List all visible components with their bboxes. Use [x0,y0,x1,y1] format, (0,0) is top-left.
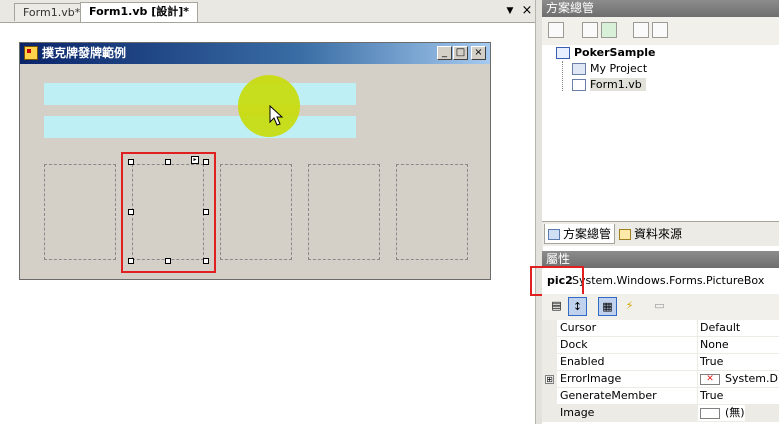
property-name: Cursor [560,321,597,334]
property-value[interactable]: (無) [697,405,745,421]
properties-icon[interactable] [548,22,564,38]
close-button[interactable]: × [471,46,486,60]
form-title-bar[interactable]: 撲克牌發牌範例 _ □ × [20,43,490,64]
property-value-text: (無) [725,406,745,419]
data-sources-icon [619,229,631,240]
form-title: 撲克牌發牌範例 [42,46,127,60]
object-type: System.Windows.Forms.PictureBox [572,274,765,287]
property-value[interactable]: Default [697,320,740,336]
property-row-cursor[interactable]: Cursor Default [542,320,779,337]
solution-explorer-icon [548,229,560,240]
selection-highlight-box [121,152,216,273]
property-name: ErrorImage [560,372,622,385]
property-row-generatemember[interactable]: GenerateMember True [542,388,779,405]
form-file-icon [572,79,586,91]
picturebox-pic3[interactable] [220,164,292,260]
tab-label: 方案總管 [563,227,612,241]
property-row-enabled[interactable]: Enabled True [542,354,779,371]
tree-item-label: Form1.vb [590,78,646,91]
vb-project-icon [556,47,570,59]
property-name: Dock [560,338,588,351]
my-project-icon [572,63,586,75]
property-row-dock[interactable]: Dock None [542,337,779,354]
property-name: GenerateMember [560,389,657,402]
tab-form1-designer[interactable]: Form1.vb [設計]* [80,2,199,22]
solution-explorer-toolbar [542,17,779,46]
view-code-icon[interactable] [633,22,649,38]
designer-surface[interactable]: 撲克牌發牌範例 _ □ × ▸ [0,23,535,424]
document-tab-strip: Form1.vb* Form1.vb [設計]* ▼ × [0,0,537,23]
tab-dropdown-icon[interactable]: ▼ [503,4,517,18]
picturebox-pic5[interactable] [396,164,468,260]
row-gutter [542,337,557,354]
row-gutter [542,354,557,371]
solution-explorer-title: 方案總管 [542,0,779,17]
events-lightning-icon[interactable]: ⚡ [620,297,639,316]
error-image-icon: ✕ [700,373,720,385]
tree-item-project[interactable]: PokerSample [556,45,655,61]
mouse-pointer-icon [269,105,284,126]
row-gutter [542,320,557,337]
property-row-errorimage[interactable]: ⊞ ErrorImage ✕ System.Dra [542,371,779,388]
view-designer-icon[interactable] [652,22,668,38]
property-name: Image [560,406,595,419]
property-pages-icon[interactable]: ▭ [650,297,669,316]
maximize-button[interactable]: □ [453,46,468,60]
property-name: Enabled [560,355,605,368]
tab-solution-explorer[interactable]: 方案總管 [544,224,616,244]
property-value[interactable]: ✕ System.Dra [697,371,779,387]
tree-item-my-project[interactable]: My Project [572,61,647,77]
solution-tree[interactable]: PokerSample My Project Form1.vb [542,45,779,221]
minimize-button[interactable]: _ [437,46,452,60]
tree-item-label: My Project [590,62,648,75]
object-highlight-box [530,266,584,296]
tree-connector [562,61,564,91]
property-value-text: System.Dra [725,372,779,385]
form-window[interactable]: 撲克牌發牌範例 _ □ × ▸ [19,42,491,280]
tree-item-form1[interactable]: Form1.vb [572,77,646,93]
picturebox-pic1[interactable] [44,164,116,260]
tab-form1-code[interactable]: Form1.vb* [14,3,90,21]
form-app-icon [24,46,38,60]
categorized-icon[interactable]: ▤ [547,297,566,316]
row-gutter [542,405,557,422]
project-name: PokerSample [574,46,656,59]
property-grid[interactable]: Cursor Default Dock None Enabled True ⊞ … [542,320,779,424]
panel-tab-strip: 方案總管 資料來源 [542,221,779,246]
refresh-icon[interactable] [601,22,617,38]
row-gutter [542,388,557,405]
tab-label: 資料來源 [634,227,683,241]
picturebox-pic4[interactable] [308,164,380,260]
textbox-1[interactable] [44,83,356,105]
property-value[interactable]: True [697,388,723,404]
property-row-image[interactable]: Image (無) [542,405,779,422]
textbox-2[interactable] [44,116,356,138]
alphabetical-icon[interactable]: ↕ [568,297,587,316]
close-document-icon[interactable]: × [520,4,534,18]
image-swatch-icon [700,407,720,419]
show-all-files-icon[interactable] [582,22,598,38]
tab-data-sources[interactable]: 資料來源 [616,224,685,244]
expand-icon[interactable]: ⊞ [545,375,554,384]
property-value[interactable]: None [697,337,729,353]
properties-toolbar: ▤ ↕ ▦ ⚡ ▭ [542,294,779,321]
property-value[interactable]: True [697,354,723,370]
properties-view-icon[interactable]: ▦ [598,297,617,316]
